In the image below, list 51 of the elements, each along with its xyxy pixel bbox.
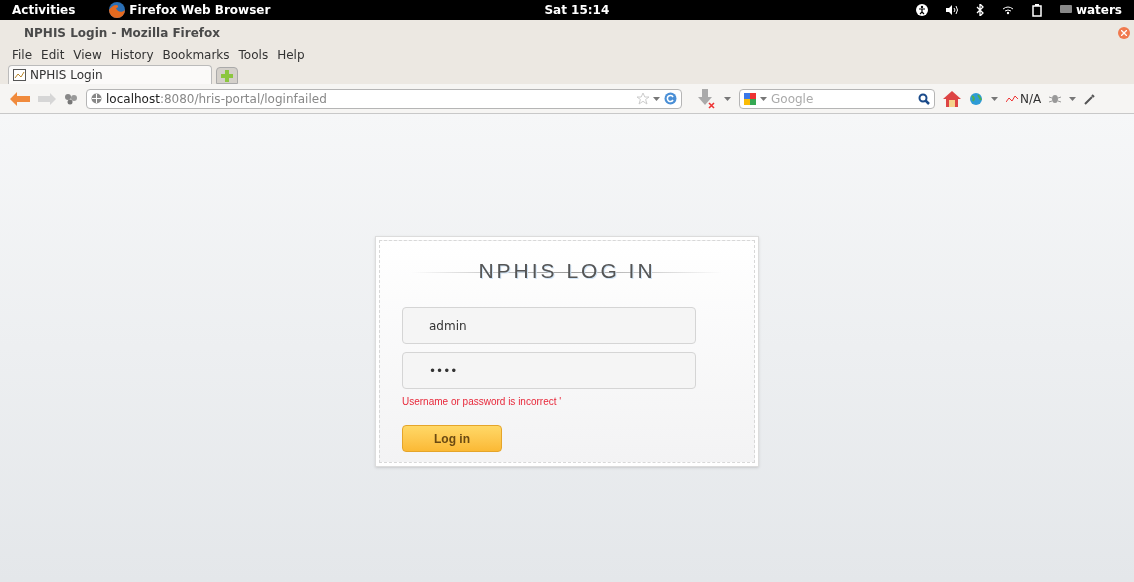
home-icon[interactable] [943, 90, 961, 107]
error-message: Username or password is incorrect ' [402, 395, 563, 409]
battery-icon[interactable] [1031, 3, 1042, 17]
chart-line-icon[interactable] [1006, 94, 1018, 103]
close-icon [1121, 30, 1127, 36]
bluetooth-icon[interactable] [975, 4, 984, 16]
reload-icon[interactable] [664, 92, 677, 105]
plus-icon [221, 69, 233, 82]
login-button[interactable]: Log in [402, 425, 502, 452]
dropdown-caret-icon[interactable] [1069, 96, 1077, 101]
back-arrow-icon[interactable] [10, 91, 30, 106]
close-button[interactable] [1118, 27, 1130, 39]
accessibility-icon[interactable] [915, 4, 928, 16]
user-name[interactable]: waters [1075, 1, 1122, 19]
username-field[interactable]: admin [402, 307, 696, 344]
search-engine-icon[interactable] [744, 92, 756, 105]
browser-logo-icon [107, 1, 128, 19]
dropdown-caret-icon[interactable] [653, 96, 660, 101]
star-icon[interactable] [637, 92, 649, 105]
url-text: localhost:8080/hris-portal/loginfailed [106, 90, 327, 108]
bug-icon[interactable] [1049, 93, 1062, 104]
menu-item[interactable]: Bookmarks [162, 46, 230, 64]
addon-label[interactable]: N/A [1020, 89, 1042, 108]
dropdown-caret-icon[interactable] [991, 96, 998, 101]
search-icon[interactable] [918, 92, 930, 105]
activities-button[interactable]: Activities [12, 1, 76, 19]
login-title: NPHIS LOG IN [478, 258, 656, 285]
browser-tab[interactable]: NPHIS Login [8, 65, 212, 84]
window-title: NPHIS Login - Mozilla Firefox [24, 25, 220, 42]
chat-icon[interactable] [1059, 5, 1072, 15]
clock[interactable]: Sat 15:14 [544, 1, 610, 19]
menu-item[interactable]: History [110, 46, 154, 64]
menu-item[interactable]: File [12, 46, 33, 64]
address-bar[interactable]: localhost:8080/hris-portal/loginfailed [86, 88, 682, 109]
password-field[interactable]: •••• [402, 352, 696, 389]
dropdown-caret-icon[interactable] [760, 96, 767, 101]
menu-item[interactable]: Edit [41, 46, 65, 64]
search-field[interactable]: Google [771, 89, 914, 108]
page-icon [13, 69, 26, 81]
network-icon[interactable] [1001, 5, 1014, 15]
menu-item[interactable]: Tools [238, 46, 269, 64]
dropdown-caret-icon[interactable] [724, 96, 731, 101]
download-icon[interactable] [696, 88, 716, 109]
menu-item[interactable]: View [73, 46, 102, 64]
search-bar[interactable]: Google [739, 88, 935, 109]
menu-item[interactable]: Help [277, 46, 305, 64]
globe-icon[interactable] [969, 91, 983, 106]
eyedropper-icon[interactable] [1084, 92, 1097, 105]
globe-icon [91, 93, 102, 104]
app-name[interactable]: Firefox Web Browser [129, 1, 271, 19]
volume-icon[interactable] [945, 5, 958, 15]
